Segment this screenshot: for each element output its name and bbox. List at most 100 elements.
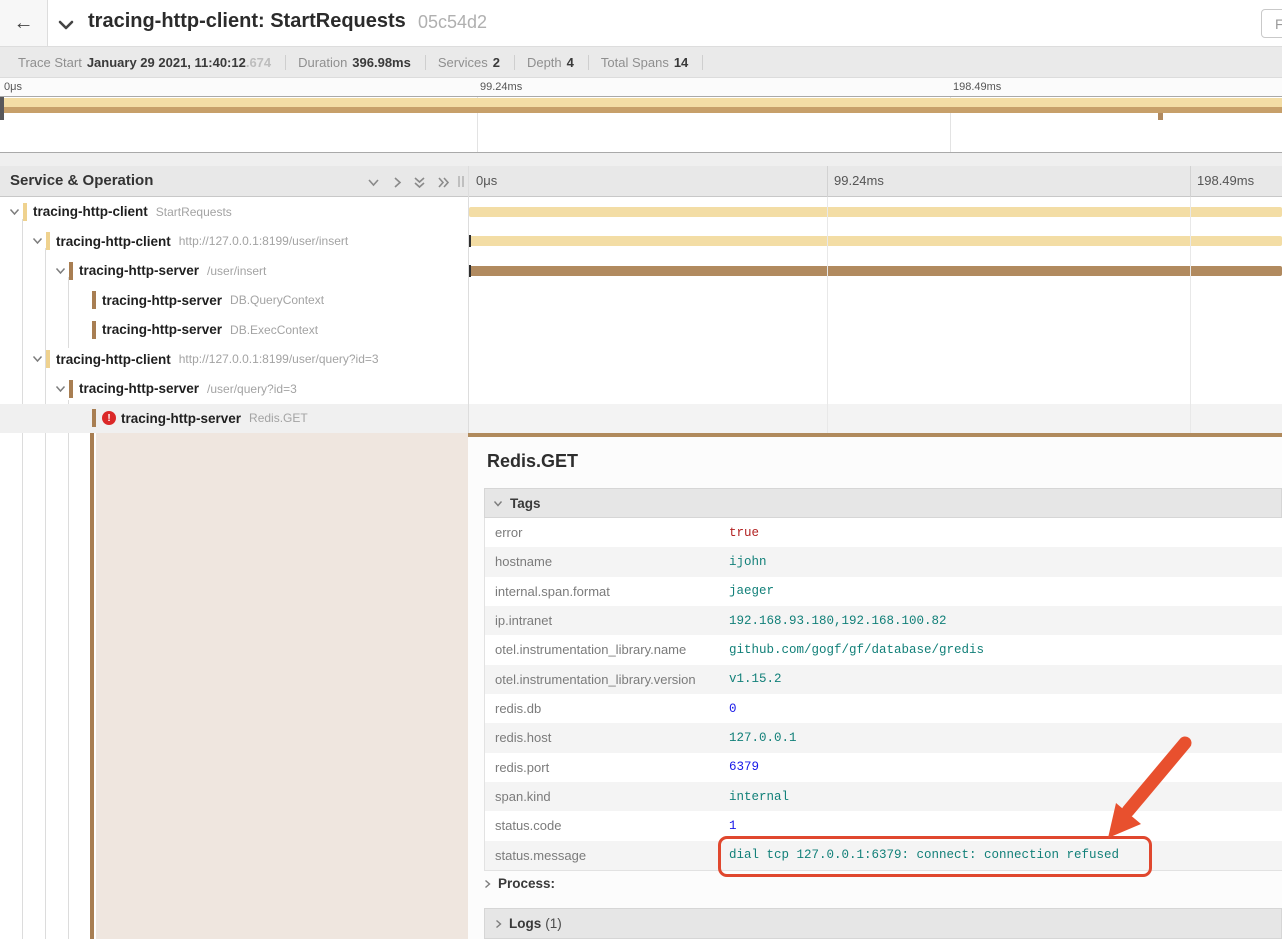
service-name: tracing-http-client: [56, 234, 171, 249]
span-tree-cell[interactable]: tracing-http-server /user/query?id=3: [0, 374, 468, 404]
tag-row: redis.port 6379: [485, 753, 1282, 782]
span-row[interactable]: tracing-http-server DB.ExecContext: [0, 315, 1282, 345]
summary-item: Total Spans 14: [589, 55, 703, 70]
summary-label: Depth: [527, 55, 562, 70]
tag-value: true: [729, 526, 759, 540]
tags-section-header[interactable]: Tags: [484, 488, 1282, 518]
span-timeline-cell[interactable]: [468, 315, 1282, 345]
tag-value: 127.0.0.1: [729, 731, 797, 745]
span-row[interactable]: tracing-http-client http://127.0.0.1:819…: [0, 345, 1282, 375]
jaeger-trace-page: ← tracing-http-client: StartRequests 05c…: [0, 0, 1282, 939]
back-arrow-icon: ←: [14, 12, 34, 35]
service-operation-column-title: Service & Operation: [10, 172, 153, 189]
collapse-all-icon[interactable]: [410, 174, 428, 190]
tag-row: ip.intranet 192.168.93.180,192.168.100.8…: [485, 606, 1282, 635]
service-name: tracing-http-server: [121, 411, 241, 426]
detail-span-title: Redis.GET: [487, 451, 578, 472]
span-row[interactable]: ! tracing-http-server Redis.GET: [0, 404, 1282, 434]
selected-span-guide-line: [90, 433, 94, 939]
summary-label: Services: [438, 55, 488, 70]
tag-row: otel.instrumentation_library.name github…: [485, 635, 1282, 664]
error-icon: !: [102, 411, 116, 425]
find-input-text: F: [1275, 16, 1282, 32]
service-color-chip: [69, 380, 73, 398]
tag-key: error: [485, 525, 729, 540]
service-color-chip: [46, 350, 50, 368]
span-tree-cell[interactable]: tracing-http-server DB.ExecContext: [0, 315, 468, 345]
span-expander-chevron-icon[interactable]: [52, 265, 68, 277]
column-resize-handle[interactable]: [458, 176, 466, 187]
tag-row: otel.instrumentation_library.version v1.…: [485, 665, 1282, 694]
operation-name: Redis.GET: [249, 411, 308, 425]
find-input[interactable]: F: [1261, 9, 1282, 38]
span-expander-chevron-icon[interactable]: [6, 206, 22, 218]
logs-section-header[interactable]: Logs (1): [484, 908, 1282, 939]
span-row[interactable]: tracing-http-client http://127.0.0.1:819…: [0, 227, 1282, 257]
back-button[interactable]: ←: [0, 0, 48, 46]
span-timeline-cell[interactable]: [468, 404, 1282, 434]
expand-all-icon[interactable]: [434, 174, 452, 190]
tag-value: jaeger: [729, 584, 774, 598]
tag-value: github.com/gogf/gf/database/gredis: [729, 643, 984, 657]
tag-row: span.kind internal: [485, 782, 1282, 811]
service-name: tracing-http-server: [79, 263, 199, 278]
span-timeline-cell[interactable]: [468, 197, 1282, 227]
span-tree-cell[interactable]: tracing-http-server /user/insert: [0, 256, 468, 286]
span-duration-bar[interactable]: [469, 236, 1282, 246]
service-color-chip: [69, 262, 73, 280]
timeline-gridline: [827, 166, 828, 197]
tag-key: status.code: [485, 818, 729, 833]
service-color-chip: [92, 409, 96, 427]
tags-section-label: Tags: [510, 496, 541, 511]
span-tree-cell[interactable]: tracing-http-client StartRequests: [0, 197, 468, 227]
operation-name: http://127.0.0.1:8199/user/query?id=3: [179, 352, 379, 366]
service-name: tracing-http-server: [79, 381, 199, 396]
minimap-tick-label: 198.49ms: [953, 81, 1001, 93]
tag-value: 192.168.93.180,192.168.100.82: [729, 614, 947, 628]
span-tree-cell[interactable]: ! tracing-http-server Redis.GET: [0, 404, 468, 434]
collapse-one-icon[interactable]: [364, 174, 382, 190]
span-expander-chevron-icon[interactable]: [29, 235, 45, 247]
trace-minimap[interactable]: [0, 96, 1282, 153]
span-timeline-cell[interactable]: [468, 374, 1282, 404]
chevron-right-icon: [484, 879, 491, 889]
span-expander-chevron-icon[interactable]: [52, 383, 68, 395]
span-timeline-cell[interactable]: [468, 227, 1282, 257]
minimap-tick-label: 0μs: [4, 81, 22, 93]
span-row[interactable]: tracing-http-server /user/query?id=3: [0, 374, 1282, 404]
process-section-header[interactable]: Process:: [484, 876, 555, 891]
summary-label: Total Spans: [601, 55, 669, 70]
span-timeline-cell[interactable]: [468, 286, 1282, 316]
summary-item: Duration 396.98ms: [286, 55, 426, 70]
span-row[interactable]: tracing-http-server /user/insert: [0, 256, 1282, 286]
chevron-down-icon: [493, 500, 503, 507]
minimap-scrubber-handle[interactable]: [0, 97, 4, 120]
tag-key: span.kind: [485, 789, 729, 804]
minimap-span-redis-get: [1158, 113, 1163, 120]
span-timeline-cell[interactable]: [468, 256, 1282, 286]
span-duration-bar[interactable]: [469, 266, 1282, 276]
operation-name: DB.ExecContext: [230, 323, 318, 337]
span-timeline-cell[interactable]: [468, 345, 1282, 375]
timeline-tick-label: 99.24ms: [834, 173, 884, 188]
trace-title-collapse-chevron-icon[interactable]: [58, 17, 74, 35]
tag-value: internal: [729, 790, 789, 804]
expand-one-icon[interactable]: [388, 174, 406, 190]
span-row[interactable]: tracing-http-client StartRequests: [0, 197, 1282, 227]
span-expander-chevron-icon[interactable]: [29, 353, 45, 365]
timeline-gridline: [1190, 197, 1191, 433]
span-duration-bar[interactable]: [469, 207, 1282, 217]
chevron-right-icon: [495, 919, 502, 929]
span-tree-cell[interactable]: tracing-http-server DB.QueryContext: [0, 286, 468, 316]
span-tree-cell[interactable]: tracing-http-client http://127.0.0.1:819…: [0, 345, 468, 375]
tag-key: redis.host: [485, 730, 729, 745]
span-row[interactable]: tracing-http-server DB.QueryContext: [0, 286, 1282, 316]
tag-key: redis.port: [485, 760, 729, 775]
tag-key: internal.span.format: [485, 584, 729, 599]
summary-value: 4: [567, 55, 574, 70]
operation-name: /user/insert: [207, 264, 266, 278]
tag-value: dial tcp 127.0.0.1:6379: connect: connec…: [729, 848, 1119, 862]
timeline-tick-label: 198.49ms: [1197, 173, 1254, 188]
span-tree-cell[interactable]: tracing-http-client http://127.0.0.1:819…: [0, 227, 468, 257]
logs-count: (1): [545, 916, 562, 931]
